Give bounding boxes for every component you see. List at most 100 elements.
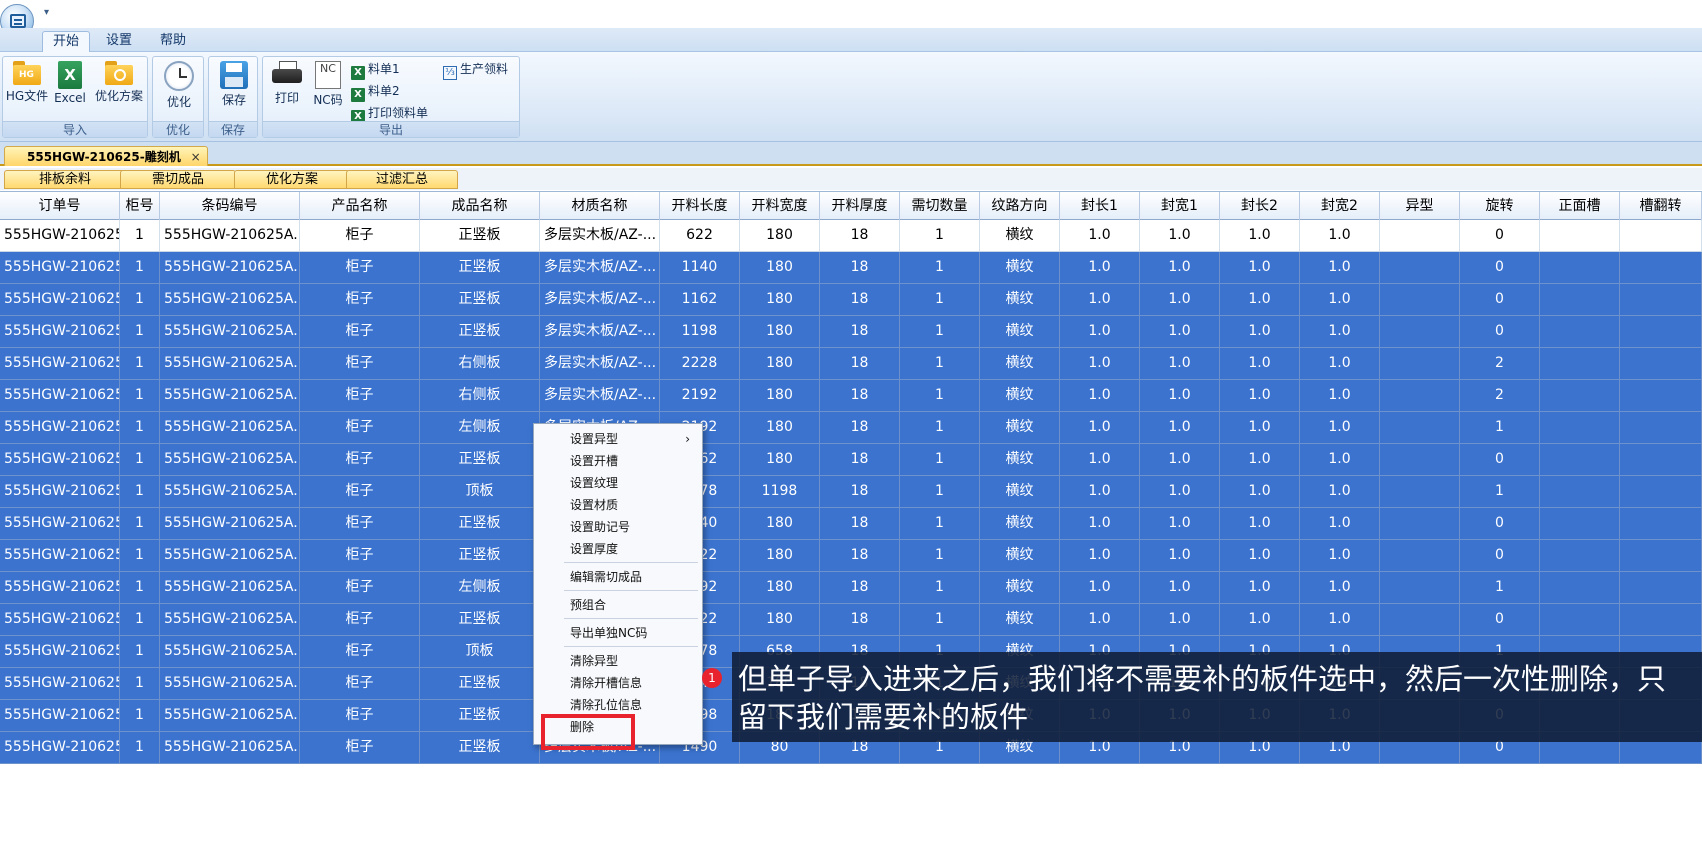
- cell-product-name[interactable]: 柜子: [300, 732, 420, 763]
- sub-tab-filter-summary[interactable]: 过滤汇总: [346, 170, 458, 189]
- cell-shape[interactable]: [1380, 572, 1460, 603]
- cell-edge-length-1[interactable]: 1.0: [1060, 252, 1140, 283]
- cell-cabinet-no[interactable]: 1: [120, 412, 160, 443]
- cell-edge-width-2[interactable]: 1.0: [1300, 508, 1380, 539]
- cell-cut-thickness[interactable]: 18: [820, 444, 900, 475]
- cell-cabinet-no[interactable]: 1: [120, 220, 160, 251]
- ribbon-tab-home[interactable]: 开始: [42, 31, 91, 52]
- cell-part-name[interactable]: 正竖板: [420, 604, 540, 635]
- cell-rotation[interactable]: 0: [1460, 252, 1540, 283]
- cell-edge-length-1[interactable]: 1.0: [1060, 348, 1140, 379]
- cell-product-name[interactable]: 柜子: [300, 668, 420, 699]
- table-row[interactable]: 555HGW-2106251555HGW-210625A...柜子正竖板多层实木…: [0, 604, 1702, 636]
- cell-order-no[interactable]: 555HGW-210625: [0, 700, 120, 731]
- cell-part-name[interactable]: 正竖板: [420, 668, 540, 699]
- cell-front-groove[interactable]: [1540, 412, 1620, 443]
- cell-product-name[interactable]: 柜子: [300, 252, 420, 283]
- cell-edge-width-2[interactable]: 1.0: [1300, 380, 1380, 411]
- cell-edge-length-1[interactable]: 1.0: [1060, 220, 1140, 251]
- cell-barcode[interactable]: 555HGW-210625A...: [160, 732, 300, 763]
- cell-edge-length-1[interactable]: 1.0: [1060, 444, 1140, 475]
- cell-grain-direction[interactable]: 横纹: [980, 348, 1060, 379]
- cell-cut-qty[interactable]: 1: [900, 412, 980, 443]
- cell-cut-qty[interactable]: 1: [900, 540, 980, 571]
- column-header-edge-length-2[interactable]: 封长2: [1220, 192, 1300, 220]
- table-row[interactable]: 555HGW-2106251555HGW-210625A...柜子正竖板多层实木…: [0, 444, 1702, 476]
- column-header-order-no[interactable]: 订单号: [0, 192, 120, 220]
- cell-front-groove[interactable]: [1540, 348, 1620, 379]
- cell-edge-length-2[interactable]: 1.0: [1220, 380, 1300, 411]
- cell-cut-width[interactable]: 180: [740, 604, 820, 635]
- cell-edge-width-2[interactable]: 1.0: [1300, 348, 1380, 379]
- cell-barcode[interactable]: 555HGW-210625A...: [160, 348, 300, 379]
- cell-edge-width-2[interactable]: 1.0: [1300, 572, 1380, 603]
- cell-barcode[interactable]: 555HGW-210625A...: [160, 316, 300, 347]
- sub-tab-remnant[interactable]: 排板余料: [4, 170, 126, 189]
- cell-edge-width-1[interactable]: 1.0: [1140, 348, 1220, 379]
- cell-edge-width-1[interactable]: 1.0: [1140, 284, 1220, 315]
- production-pick-button[interactable]: ⅓ 生产领料: [443, 59, 508, 80]
- material-list-2-button[interactable]: X 料单2: [351, 81, 400, 102]
- cell-rotation[interactable]: 1: [1460, 412, 1540, 443]
- cell-edge-length-2[interactable]: 1.0: [1220, 284, 1300, 315]
- cell-cut-thickness[interactable]: 18: [820, 252, 900, 283]
- column-header-shape[interactable]: 异型: [1380, 192, 1460, 220]
- cell-shape[interactable]: [1380, 348, 1460, 379]
- cell-edge-length-2[interactable]: 1.0: [1220, 252, 1300, 283]
- cell-part-name[interactable]: 顶板: [420, 636, 540, 667]
- cell-order-no[interactable]: 555HGW-210625: [0, 444, 120, 475]
- cell-rotation[interactable]: 0: [1460, 540, 1540, 571]
- cell-edge-length-2[interactable]: 1.0: [1220, 540, 1300, 571]
- excel-button[interactable]: X Excel: [51, 61, 89, 105]
- cell-cut-thickness[interactable]: 18: [820, 284, 900, 315]
- column-header-cabinet-no[interactable]: 柜号: [120, 192, 160, 220]
- cell-edge-length-2[interactable]: 1.0: [1220, 476, 1300, 507]
- print-pick-list-button[interactable]: X 打印领料单: [351, 103, 428, 124]
- cell-rotation[interactable]: 0: [1460, 316, 1540, 347]
- cell-cut-width[interactable]: 180: [740, 348, 820, 379]
- cell-material[interactable]: 多层实木板/AZ-...: [540, 316, 660, 347]
- cell-rotation[interactable]: 0: [1460, 444, 1540, 475]
- table-row[interactable]: 555HGW-2106251555HGW-210625A...柜子正竖板多层实木…: [0, 220, 1702, 252]
- cell-part-name[interactable]: 正竖板: [420, 732, 540, 763]
- cell-edge-width-2[interactable]: 1.0: [1300, 220, 1380, 251]
- cell-groove-flip[interactable]: [1620, 572, 1702, 603]
- sub-tab-plan[interactable]: 优化方案: [234, 170, 350, 189]
- menu-item-set-groove[interactable]: 设置开槽: [536, 450, 700, 472]
- cell-barcode[interactable]: 555HGW-210625A...: [160, 380, 300, 411]
- cell-barcode[interactable]: 555HGW-210625A...: [160, 476, 300, 507]
- cell-rotation[interactable]: 2: [1460, 380, 1540, 411]
- menu-item-export-single-nc[interactable]: 导出单独NC码: [536, 622, 700, 644]
- cell-order-no[interactable]: 555HGW-210625: [0, 380, 120, 411]
- table-row[interactable]: 555HGW-2106251555HGW-210625A...柜子左侧板多层实木…: [0, 412, 1702, 444]
- cell-cut-width[interactable]: 180: [740, 444, 820, 475]
- cell-grain-direction[interactable]: 横纹: [980, 220, 1060, 251]
- ribbon-tab-settings[interactable]: 设置: [96, 31, 142, 52]
- optimize-plan-button[interactable]: 优化方案: [91, 61, 147, 104]
- cell-groove-flip[interactable]: [1620, 220, 1702, 251]
- cell-part-name[interactable]: 左侧板: [420, 412, 540, 443]
- cell-edge-length-2[interactable]: 1.0: [1220, 508, 1300, 539]
- cell-part-name[interactable]: 正竖板: [420, 700, 540, 731]
- column-header-product-name[interactable]: 产品名称: [300, 192, 420, 220]
- optimize-button[interactable]: 优化: [157, 61, 201, 110]
- cell-product-name[interactable]: 柜子: [300, 636, 420, 667]
- cell-edge-width-2[interactable]: 1.0: [1300, 444, 1380, 475]
- cell-groove-flip[interactable]: [1620, 412, 1702, 443]
- cell-grain-direction[interactable]: 横纹: [980, 508, 1060, 539]
- cell-edge-width-1[interactable]: 1.0: [1140, 316, 1220, 347]
- menu-item-set-thickness[interactable]: 设置厚度: [536, 538, 700, 560]
- cell-edge-length-2[interactable]: 1.0: [1220, 412, 1300, 443]
- cell-cut-thickness[interactable]: 18: [820, 508, 900, 539]
- table-row[interactable]: 555HGW-2106251555HGW-210625A...柜子正竖板多层实木…: [0, 508, 1702, 540]
- cell-rotation[interactable]: 1: [1460, 476, 1540, 507]
- column-header-cut-thickness[interactable]: 开料厚度: [820, 192, 900, 220]
- cell-product-name[interactable]: 柜子: [300, 476, 420, 507]
- column-header-rotation[interactable]: 旋转: [1460, 192, 1540, 220]
- cell-cut-length[interactable]: 622: [660, 220, 740, 251]
- cell-product-name[interactable]: 柜子: [300, 316, 420, 347]
- cell-part-name[interactable]: 右侧板: [420, 348, 540, 379]
- cell-barcode[interactable]: 555HGW-210625A...: [160, 508, 300, 539]
- cell-cut-width[interactable]: 180: [740, 252, 820, 283]
- cell-edge-width-1[interactable]: 1.0: [1140, 380, 1220, 411]
